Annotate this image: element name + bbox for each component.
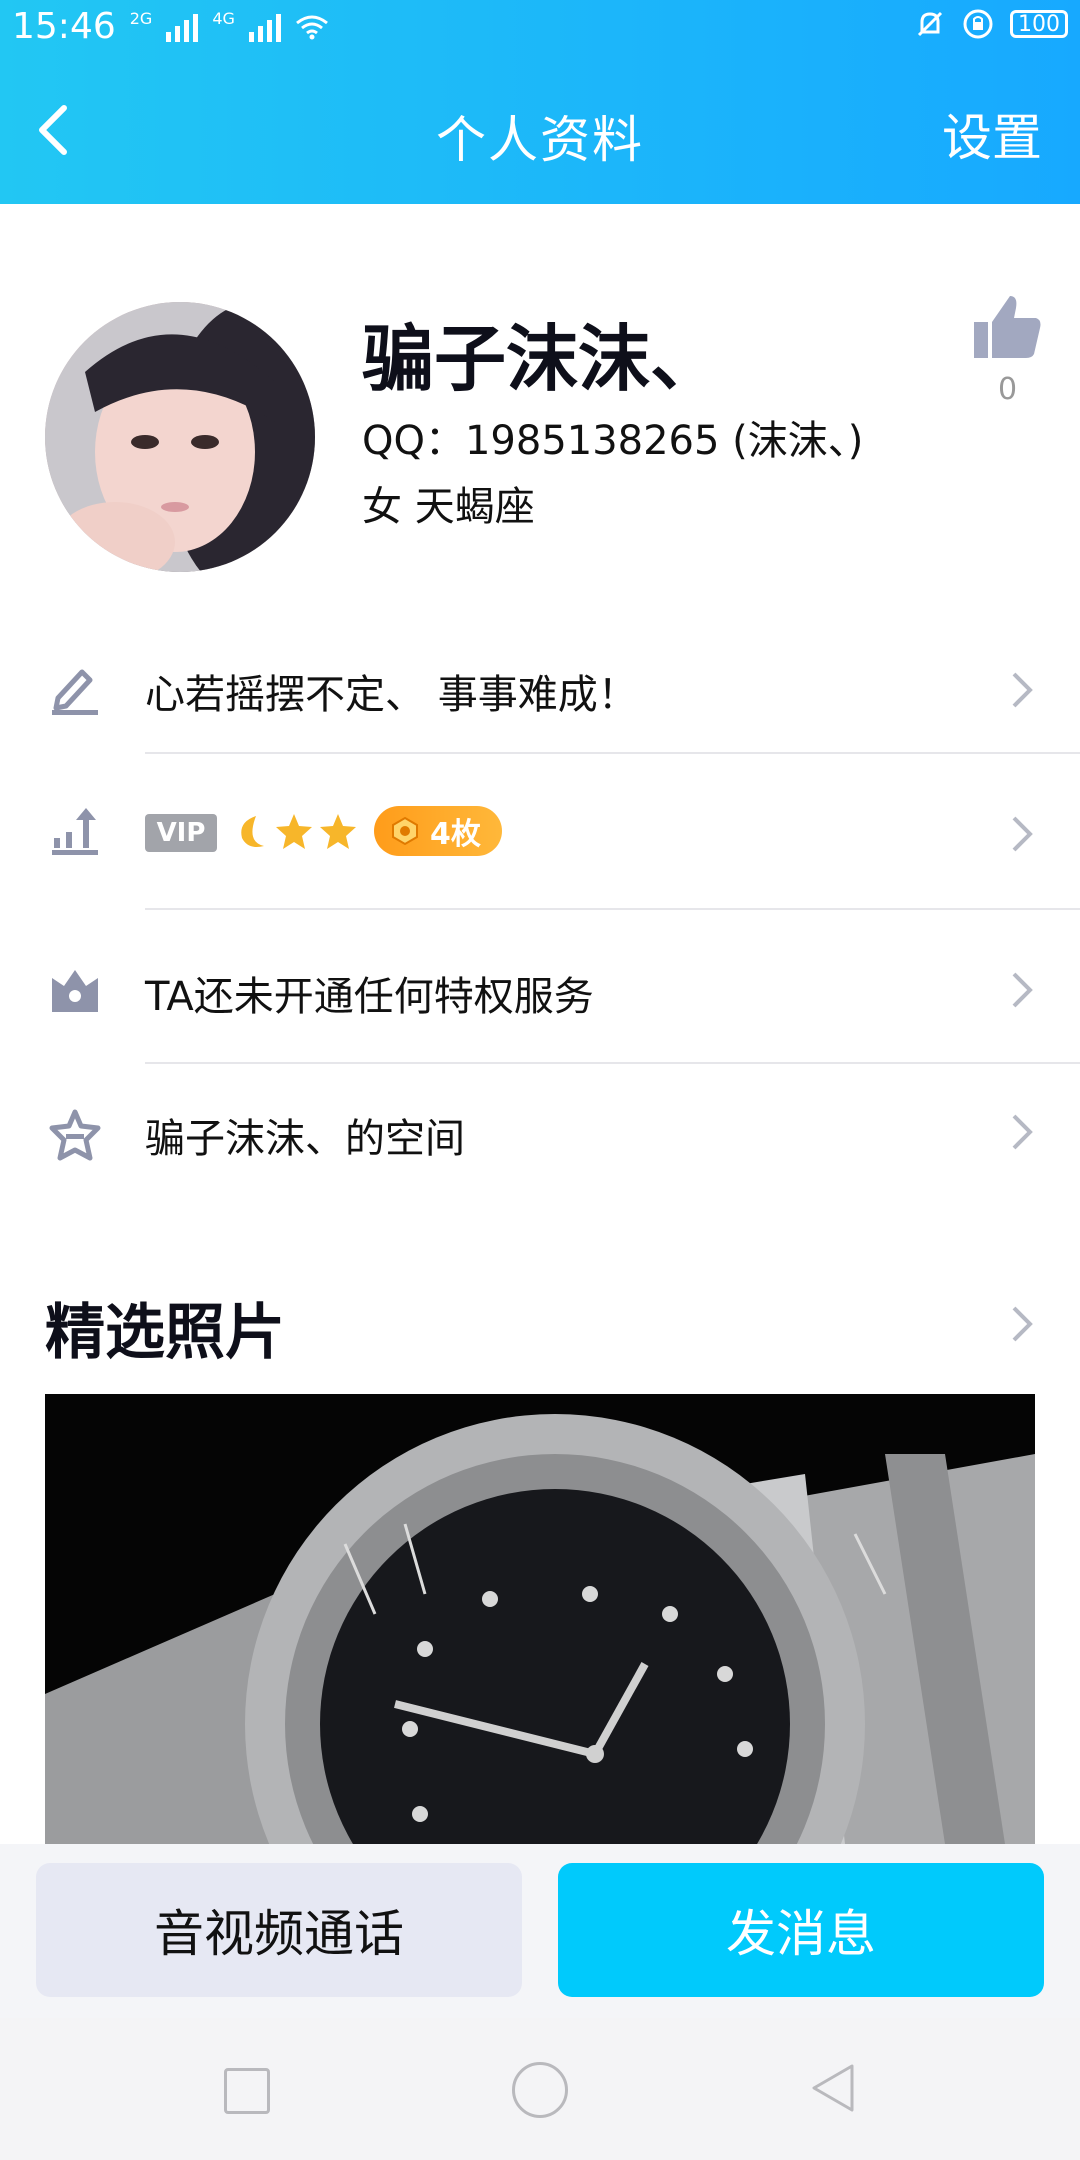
chevron-right-icon	[1012, 972, 1033, 1008]
gender-zodiac: 女 天蝎座	[362, 484, 535, 530]
like-count: 0	[998, 372, 1018, 407]
privilege-row[interactable]: TA还未开通任何特权服务	[0, 920, 1080, 1060]
chevron-right-icon	[1012, 1114, 1033, 1150]
network-2g-label: 2G	[129, 9, 153, 28]
settings-button[interactable]: 设置	[942, 98, 1042, 170]
badge-count: 4枚	[430, 817, 481, 852]
signal-icon	[248, 12, 281, 42]
signature-text: 心若摇摆不定、 事事难成！	[145, 672, 638, 718]
send-message-button[interactable]: 发消息	[558, 1863, 1044, 1997]
signal-icon	[166, 12, 199, 42]
system-nav-bar	[0, 2018, 1080, 2160]
qzone-text: 骗子沫沫、的空间	[145, 1116, 465, 1162]
status-bar: 15:46 2G 4G 100	[0, 0, 1080, 56]
qzone-row[interactable]: 骗子沫沫、的空间	[0, 1066, 1080, 1206]
star-icon	[320, 814, 356, 849]
divider	[145, 908, 1080, 910]
pencil-icon	[52, 669, 98, 715]
mute-bell-icon	[917, 11, 943, 37]
chevron-right-icon[interactable]	[1008, 1304, 1036, 1344]
chevron-right-icon	[1012, 816, 1033, 852]
watch-photo-image	[45, 1394, 1035, 1844]
status-time: 15:46	[12, 6, 116, 47]
divider	[145, 752, 1080, 754]
divider	[145, 1062, 1080, 1064]
avatar-image	[45, 302, 315, 572]
vip-level-row[interactable]: VIP 4枚	[0, 764, 1080, 904]
signature-row[interactable]: 心若摇摆不定、 事事难成！	[0, 620, 1080, 760]
moon-icon	[241, 816, 264, 847]
battery-icon: 100	[1010, 10, 1068, 38]
medal-icon	[392, 816, 418, 846]
network-4g-label: 4G	[212, 9, 235, 28]
privilege-text: TA还未开通任何特权服务	[145, 974, 594, 1020]
crown-icon	[52, 970, 98, 1012]
page-title: 个人资料	[436, 111, 644, 169]
level-up-icon	[52, 808, 98, 855]
top-header: 15:46 2G 4G 100 个人资料 设置	[0, 0, 1080, 204]
medal-badge: 4枚	[374, 806, 502, 856]
star-icon	[276, 814, 312, 849]
recent-apps-icon[interactable]	[224, 2068, 270, 2114]
wifi-icon	[295, 15, 328, 39]
avatar[interactable]	[45, 302, 315, 572]
nav-back-icon[interactable]	[808, 2062, 858, 2114]
photos-section-title: 精选照片	[45, 1298, 285, 1368]
home-icon[interactable]	[512, 2062, 568, 2118]
chevron-right-icon	[1012, 672, 1033, 708]
like-thumb-icon[interactable]	[970, 290, 1044, 364]
featured-photo[interactable]	[45, 1394, 1035, 1844]
profile-name: 骗子沫沫、	[362, 317, 723, 401]
rotation-lock-icon	[963, 9, 993, 39]
vip-tag: VIP	[145, 814, 217, 852]
qq-number: QQ：1985138265 (沫沫、)	[362, 418, 864, 464]
audio-video-call-button[interactable]: 音视频通话	[36, 1863, 522, 1997]
star-outline-icon	[49, 1109, 101, 1161]
action-bar: 音视频通话 发消息	[0, 1844, 1080, 2018]
